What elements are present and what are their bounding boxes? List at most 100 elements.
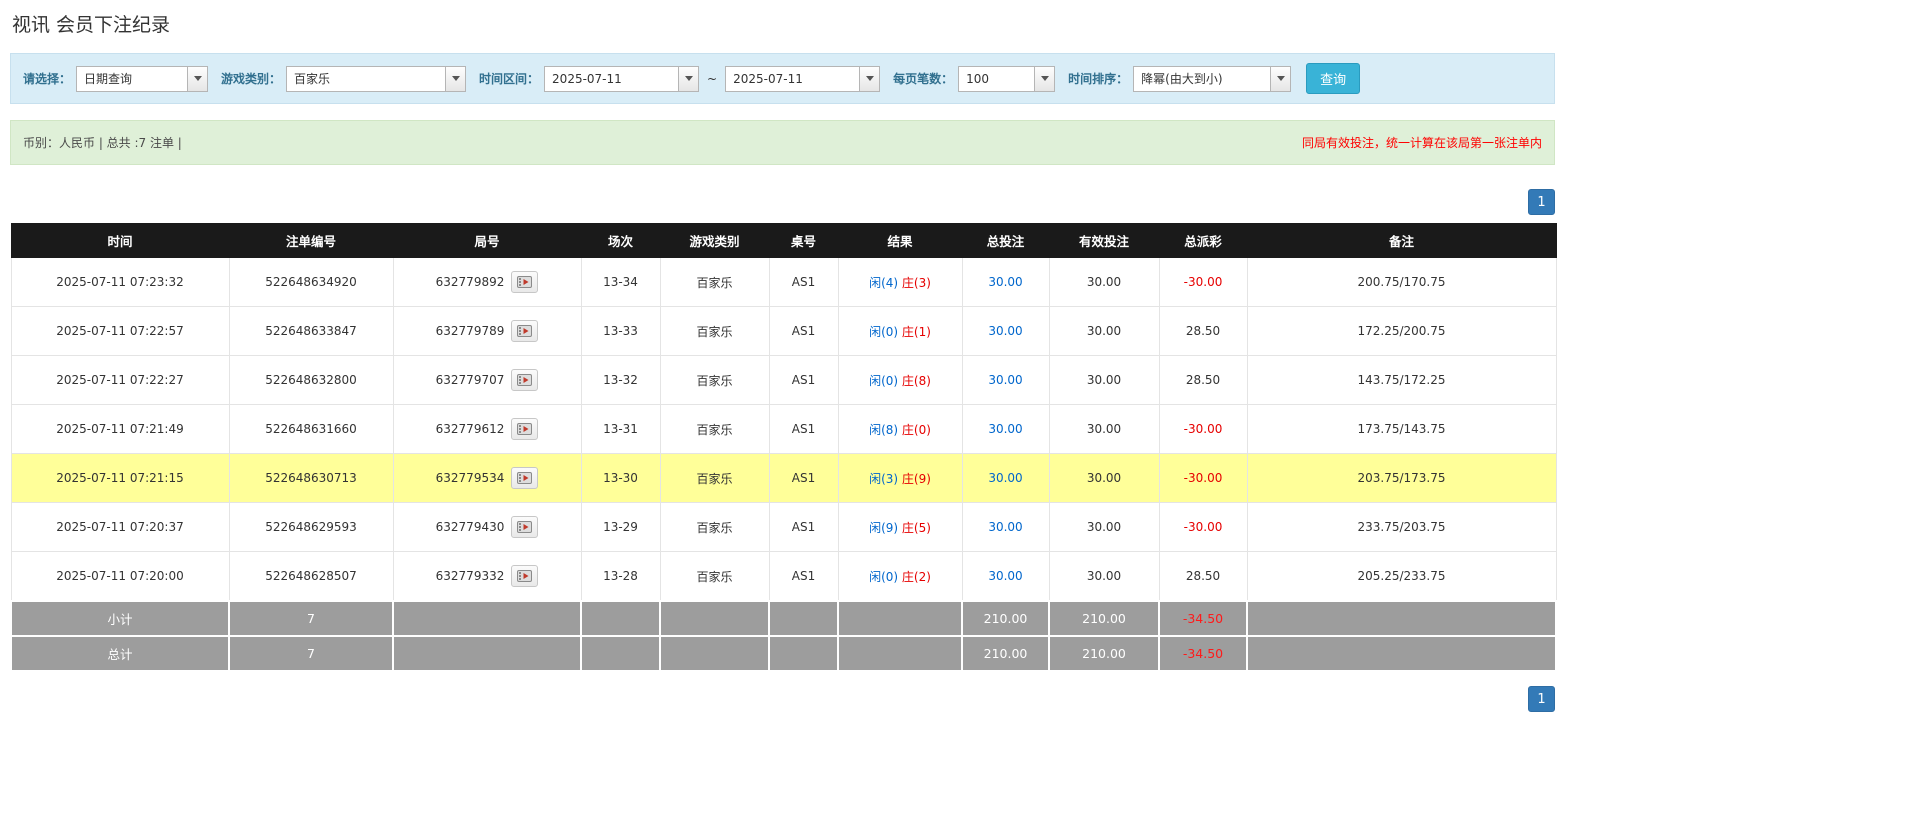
cell-bet-id: 522648628507 bbox=[229, 552, 393, 602]
cell-result: 闲(8) 庄(0) bbox=[838, 405, 962, 454]
replay-button[interactable] bbox=[511, 271, 538, 293]
query-type-combo bbox=[76, 66, 208, 92]
round-id-text: 632779892 bbox=[436, 275, 505, 289]
select-label: 请选择： bbox=[23, 70, 71, 87]
result-banker: 庄(9) bbox=[902, 472, 931, 486]
summary-notice-text: 同局有效投注，统一计算在该局第一张注单内 bbox=[1302, 134, 1542, 151]
header-game-type: 游戏类别 bbox=[660, 224, 769, 258]
replay-button[interactable] bbox=[511, 565, 538, 587]
caret-down-icon bbox=[452, 76, 460, 81]
cell-total-bet: 30.00 bbox=[962, 454, 1049, 503]
table-footer: 小计 7 210.00 210.00 -34.50 总计 7 bbox=[11, 601, 1556, 671]
currency-total-text: 币别：人民币 | 总共 :7 注单 | bbox=[23, 134, 182, 151]
total-bet-link[interactable]: 30.00 bbox=[988, 324, 1022, 338]
cell-table-no: AS1 bbox=[769, 258, 838, 307]
subtotal-count: 7 bbox=[229, 601, 393, 636]
table-body: 2025-07-11 07:23:32 522648634920 6327798… bbox=[11, 258, 1556, 602]
replay-video-icon bbox=[517, 423, 532, 435]
subtotal-empty bbox=[838, 601, 962, 636]
cell-bet-id: 522648631660 bbox=[229, 405, 393, 454]
bet-records-table: 时间 注单编号 局号 场次 游戏类别 桌号 结果 总投注 有效投注 总派彩 备注… bbox=[10, 223, 1557, 672]
cell-game-type: 百家乐 bbox=[660, 356, 769, 405]
search-button[interactable]: 查询 bbox=[1306, 63, 1360, 94]
cell-session: 13-30 bbox=[581, 454, 660, 503]
result-banker: 庄(3) bbox=[902, 276, 931, 290]
cell-round-id: 632779612 bbox=[393, 405, 581, 454]
cell-result: 闲(0) 庄(8) bbox=[838, 356, 962, 405]
header-result: 结果 bbox=[838, 224, 962, 258]
time-sort-dropdown-button[interactable] bbox=[1270, 67, 1290, 91]
time-sort-input[interactable] bbox=[1134, 67, 1270, 91]
page-size-dropdown-button[interactable] bbox=[1034, 67, 1054, 91]
total-bet-link[interactable]: 30.00 bbox=[988, 569, 1022, 583]
round-id-text: 632779430 bbox=[436, 520, 505, 534]
page-1-button[interactable]: 1 bbox=[1528, 686, 1555, 712]
cell-session: 13-31 bbox=[581, 405, 660, 454]
cell-total-payout: 28.50 bbox=[1159, 307, 1247, 356]
cell-table-no: AS1 bbox=[769, 454, 838, 503]
total-bet-link[interactable]: 30.00 bbox=[988, 422, 1022, 436]
header-time: 时间 bbox=[11, 224, 229, 258]
cell-valid-bet: 30.00 bbox=[1049, 405, 1159, 454]
query-type-input[interactable] bbox=[77, 67, 187, 91]
replay-button[interactable] bbox=[511, 516, 538, 538]
cell-game-type: 百家乐 bbox=[660, 258, 769, 307]
game-type-dropdown-button[interactable] bbox=[445, 67, 465, 91]
cell-total-bet: 30.00 bbox=[962, 307, 1049, 356]
page-title: 视讯 会员下注纪录 bbox=[12, 10, 1553, 37]
replay-button[interactable] bbox=[511, 369, 538, 391]
page-size-input[interactable] bbox=[959, 67, 1034, 91]
cell-valid-bet: 30.00 bbox=[1049, 552, 1159, 602]
round-id-text: 632779534 bbox=[436, 471, 505, 485]
cell-table-no: AS1 bbox=[769, 307, 838, 356]
query-type-dropdown-button[interactable] bbox=[187, 67, 207, 91]
header-note: 备注 bbox=[1247, 224, 1556, 258]
replay-video-icon bbox=[517, 276, 532, 288]
replay-button[interactable] bbox=[511, 467, 538, 489]
date-from-dropdown-button[interactable] bbox=[678, 67, 698, 91]
total-count: 7 bbox=[229, 636, 393, 671]
date-to-input[interactable] bbox=[726, 67, 859, 91]
result-player: 闲(0) bbox=[869, 374, 898, 388]
cell-round-id: 632779892 bbox=[393, 258, 581, 307]
header-round-id: 局号 bbox=[393, 224, 581, 258]
result-banker: 庄(5) bbox=[902, 521, 931, 535]
total-empty bbox=[581, 636, 660, 671]
subtotal-valid-bet: 210.00 bbox=[1049, 601, 1159, 636]
caret-down-icon bbox=[866, 76, 874, 81]
cell-note: 143.75/172.25 bbox=[1247, 356, 1556, 405]
total-bet-link[interactable]: 30.00 bbox=[988, 275, 1022, 289]
cell-total-payout: -30.00 bbox=[1159, 503, 1247, 552]
round-id-text: 632779789 bbox=[436, 324, 505, 338]
cell-total-payout: -30.00 bbox=[1159, 454, 1247, 503]
date-from-input[interactable] bbox=[545, 67, 678, 91]
total-label: 总计 bbox=[11, 636, 229, 671]
replay-video-icon bbox=[517, 374, 532, 386]
page-size-combo bbox=[958, 66, 1055, 92]
cell-note: 173.75/143.75 bbox=[1247, 405, 1556, 454]
cell-result: 闲(0) 庄(1) bbox=[838, 307, 962, 356]
cell-bet-id: 522648630713 bbox=[229, 454, 393, 503]
date-to-dropdown-button[interactable] bbox=[859, 67, 879, 91]
cell-result: 闲(9) 庄(5) bbox=[838, 503, 962, 552]
page-1-button[interactable]: 1 bbox=[1528, 189, 1555, 215]
replay-button[interactable] bbox=[511, 418, 538, 440]
total-bet-link[interactable]: 30.00 bbox=[988, 373, 1022, 387]
cell-session: 13-33 bbox=[581, 307, 660, 356]
cell-note: 172.25/200.75 bbox=[1247, 307, 1556, 356]
cell-time: 2025-07-11 07:20:00 bbox=[11, 552, 229, 602]
game-type-input[interactable] bbox=[287, 67, 445, 91]
replay-button[interactable] bbox=[511, 320, 538, 342]
result-player: 闲(4) bbox=[869, 276, 898, 290]
cell-time: 2025-07-11 07:22:27 bbox=[11, 356, 229, 405]
cell-result: 闲(0) 庄(2) bbox=[838, 552, 962, 602]
total-bet-link[interactable]: 30.00 bbox=[988, 520, 1022, 534]
cell-session: 13-28 bbox=[581, 552, 660, 602]
time-sort-label: 时间排序： bbox=[1068, 70, 1128, 87]
page-container: 视讯 会员下注纪录 请选择： 游戏类别： 时间区间： ~ 每页笔数： 时间排序： bbox=[10, 10, 1555, 712]
table-row: 2025-07-11 07:22:27 522648632800 6327797… bbox=[11, 356, 1556, 405]
summary-bar: 币别：人民币 | 总共 :7 注单 | 同局有效投注，统一计算在该局第一张注单内 bbox=[10, 120, 1555, 165]
cell-game-type: 百家乐 bbox=[660, 503, 769, 552]
header-bet-id: 注单编号 bbox=[229, 224, 393, 258]
total-bet-link[interactable]: 30.00 bbox=[988, 471, 1022, 485]
